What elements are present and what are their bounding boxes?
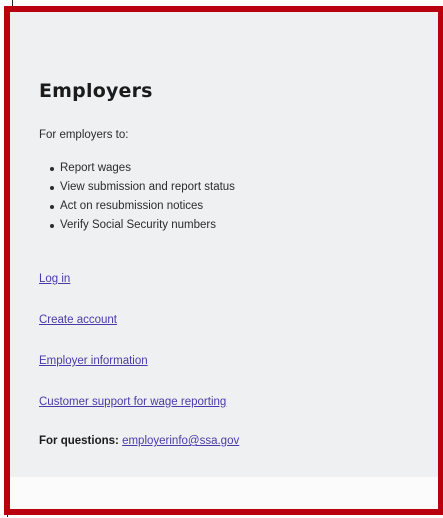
customer-support-link[interactable]: Customer support for wage reporting <box>39 396 226 408</box>
list-item-view-status: View submission and report status <box>50 178 235 197</box>
questions-label: For questions: <box>39 435 119 447</box>
list-item-report-wages: Report wages <box>50 159 235 178</box>
card-intro: For employers to: <box>39 129 129 141</box>
list-item-verify-ssn: Verify Social Security numbers <box>50 216 235 235</box>
services-list: Report wages View submission and report … <box>48 159 235 235</box>
login-link[interactable]: Log in <box>39 273 70 285</box>
employer-information-link[interactable]: Employer information <box>39 355 148 367</box>
card-heading: Employers <box>39 80 153 102</box>
email-link[interactable]: employerinfo@ssa.gov <box>122 435 239 447</box>
card-footer-area <box>10 477 438 509</box>
highlight-frame: Employers For employers to: Report wages… <box>4 6 443 515</box>
employers-card: Employers For employers to: Report wages… <box>10 12 438 477</box>
page: Employers For employers to: Report wages… <box>0 0 443 518</box>
create-account-link[interactable]: Create account <box>39 314 117 326</box>
list-item-resubmission: Act on resubmission notices <box>50 197 235 216</box>
questions-line: For questions: employerinfo@ssa.gov <box>39 435 239 447</box>
